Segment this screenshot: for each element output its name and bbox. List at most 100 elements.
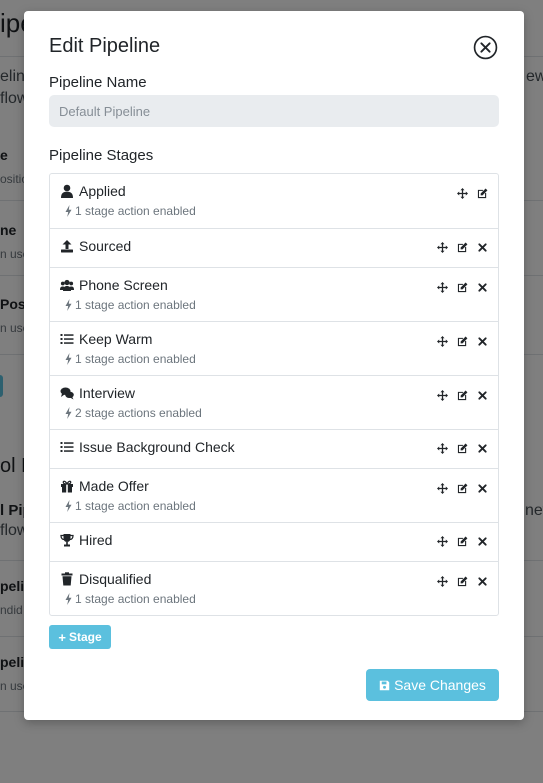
stage-controls <box>428 536 488 547</box>
add-stage-label: Stage <box>68 630 102 644</box>
stage-name: Disqualified <box>79 571 152 587</box>
stage-controls <box>428 443 488 454</box>
stage-row: Applied 1 stage action enabled <box>50 174 498 228</box>
plus-icon: + <box>58 629 66 645</box>
stage-name: Issue Background Check <box>79 439 235 455</box>
stage-actions-text: 1 stage action enabled <box>75 352 196 366</box>
stage-row: Phone Screen 1 stage action enabled <box>50 267 498 321</box>
stage-controls <box>428 242 488 253</box>
move-icon[interactable] <box>437 336 448 347</box>
edit-icon[interactable] <box>457 390 468 401</box>
edit-icon[interactable] <box>457 443 468 454</box>
stage-actions-summary: 1 stage action enabled <box>65 499 196 513</box>
close-button[interactable] <box>473 35 498 60</box>
upload-icon <box>60 239 74 253</box>
pipeline-name-input[interactable] <box>49 95 499 127</box>
list-icon <box>60 440 74 454</box>
edit-icon[interactable] <box>457 483 468 494</box>
delete-icon[interactable] <box>477 336 488 347</box>
stage-actions-text: 1 stage action enabled <box>75 499 196 513</box>
delete-icon[interactable] <box>477 576 488 587</box>
move-icon[interactable] <box>457 188 468 199</box>
move-icon[interactable] <box>437 536 448 547</box>
stage-actions-summary: 1 stage action enabled <box>65 352 196 366</box>
stage-controls <box>428 390 488 401</box>
bolt-icon <box>65 205 72 217</box>
stage-name: Keep Warm <box>79 331 153 347</box>
move-icon[interactable] <box>437 483 448 494</box>
stage-name: Interview <box>79 385 136 401</box>
delete-icon[interactable] <box>477 390 488 401</box>
stage-title: Hired <box>60 532 112 548</box>
edit-icon[interactable] <box>457 576 468 587</box>
move-icon[interactable] <box>437 282 448 293</box>
stage-list: Applied 1 stage action enabled Sourced Phon… <box>49 173 499 616</box>
list-icon <box>60 332 74 346</box>
modal-title: Edit Pipeline <box>49 35 161 57</box>
stage-name: Phone Screen <box>79 277 168 293</box>
bolt-icon <box>65 500 72 512</box>
edit-pipeline-modal: Edit Pipeline Pipeline Name Pipeline Sta… <box>24 11 524 720</box>
stage-name: Applied <box>79 183 126 199</box>
move-icon[interactable] <box>437 242 448 253</box>
trophy-icon <box>60 533 74 547</box>
stage-name: Sourced <box>79 238 132 254</box>
stage-row: Sourced <box>50 228 498 267</box>
stage-title: Issue Background Check <box>60 439 235 455</box>
edit-icon[interactable] <box>457 536 468 547</box>
gift-icon <box>60 479 74 493</box>
stage-controls <box>428 282 488 293</box>
edit-icon[interactable] <box>477 188 488 199</box>
stage-title: Keep Warm <box>60 331 152 347</box>
stage-title: Phone Screen <box>60 277 168 293</box>
move-icon[interactable] <box>437 576 448 587</box>
stage-actions-summary: 2 stage actions enabled <box>65 406 202 420</box>
stage-title: Disqualified <box>60 571 151 587</box>
user-icon <box>60 184 74 198</box>
save-changes-label: Save Changes <box>394 677 486 693</box>
delete-icon[interactable] <box>477 536 488 547</box>
stage-row: Hired <box>50 522 498 561</box>
comments-icon <box>60 386 74 400</box>
delete-icon[interactable] <box>477 483 488 494</box>
stage-actions-summary: 1 stage action enabled <box>65 204 196 218</box>
edit-icon[interactable] <box>457 282 468 293</box>
stage-title: Sourced <box>60 238 131 254</box>
save-changes-button[interactable]: Save Changes <box>366 669 499 701</box>
stage-actions-summary: 1 stage action enabled <box>65 592 196 606</box>
stage-row: Interview 2 stage actions enabled <box>50 375 498 429</box>
stage-row: Issue Background Check <box>50 429 498 468</box>
stage-actions-text: 2 stage actions enabled <box>75 406 202 420</box>
save-icon <box>379 680 390 690</box>
stage-actions-text: 1 stage action enabled <box>75 298 196 312</box>
trash-icon <box>60 572 74 586</box>
move-icon[interactable] <box>437 443 448 454</box>
delete-icon[interactable] <box>477 282 488 293</box>
close-icon <box>473 35 498 60</box>
pipeline-stages-label: Pipeline Stages <box>49 147 154 164</box>
stage-controls <box>428 483 488 494</box>
stage-row: Disqualified 1 stage action enabled <box>50 561 498 615</box>
stage-actions-text: 1 stage action enabled <box>75 592 196 606</box>
stage-title: Applied <box>60 183 126 199</box>
stage-title: Interview <box>60 385 135 401</box>
bolt-icon <box>65 593 72 605</box>
stage-name: Made Offer <box>79 478 149 494</box>
stage-row: Made Offer 1 stage action enabled <box>50 468 498 522</box>
bolt-icon <box>65 299 72 311</box>
stage-controls <box>428 576 488 587</box>
stage-actions-summary: 1 stage action enabled <box>65 298 196 312</box>
stage-controls <box>448 188 488 199</box>
delete-icon[interactable] <box>477 443 488 454</box>
edit-icon[interactable] <box>457 336 468 347</box>
stage-title: Made Offer <box>60 478 149 494</box>
move-icon[interactable] <box>437 390 448 401</box>
users-icon <box>60 278 74 292</box>
add-stage-button[interactable]: + Stage <box>49 625 111 649</box>
stage-row: Keep Warm 1 stage action enabled <box>50 321 498 375</box>
pipeline-name-label: Pipeline Name <box>49 74 147 91</box>
stage-name: Hired <box>79 532 113 548</box>
delete-icon[interactable] <box>477 242 488 253</box>
edit-icon[interactable] <box>457 242 468 253</box>
stage-actions-text: 1 stage action enabled <box>75 204 196 218</box>
